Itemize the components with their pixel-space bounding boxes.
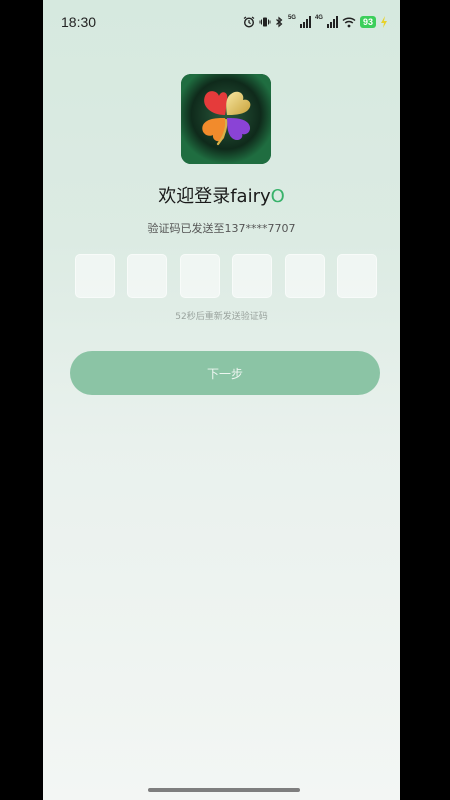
vibrate-icon xyxy=(259,16,271,28)
status-time: 18:30 xyxy=(61,14,97,30)
code-digit-box[interactable] xyxy=(127,254,168,298)
bluetooth-icon xyxy=(275,16,284,28)
code-digit-box[interactable] xyxy=(75,254,115,298)
signal-4g-icon xyxy=(326,16,338,28)
welcome-title: 欢迎登录fairyO xyxy=(43,182,400,208)
brand-name: fairy xyxy=(230,186,271,207)
network-4g-label: 4G xyxy=(314,15,323,21)
alarm-icon xyxy=(243,16,255,28)
battery-level: 93 xyxy=(359,16,376,28)
home-indicator[interactable] xyxy=(148,788,300,792)
code-digit-box[interactable] xyxy=(232,254,273,298)
clover-logo-icon xyxy=(181,74,271,164)
code-sent-info: 验证码已发送至137****7707 xyxy=(147,222,296,235)
next-button[interactable]: 下一步 xyxy=(70,351,380,395)
signal-5g-icon xyxy=(299,16,311,28)
resend-countdown: 52秒后重新发送验证码 xyxy=(175,312,268,322)
verification-code-input[interactable] xyxy=(75,254,377,298)
status-bar: 18:30 5G 4G 93 xyxy=(43,0,400,44)
network-5g-label: 5G xyxy=(287,15,296,21)
code-digit-box[interactable] xyxy=(336,254,377,298)
app-logo xyxy=(181,74,271,164)
welcome-text: 欢迎登录 xyxy=(158,186,231,207)
wifi-icon xyxy=(342,16,356,28)
charging-icon xyxy=(380,16,388,28)
login-screen: 18:30 5G 4G 93 欢迎登录fairyO 验证码已发送至137****… xyxy=(43,0,400,800)
brand-suffix: O xyxy=(270,186,285,207)
code-digit-box[interactable] xyxy=(179,254,220,298)
status-icons: 5G 4G 93 xyxy=(243,14,388,30)
code-digit-box[interactable] xyxy=(284,254,325,298)
